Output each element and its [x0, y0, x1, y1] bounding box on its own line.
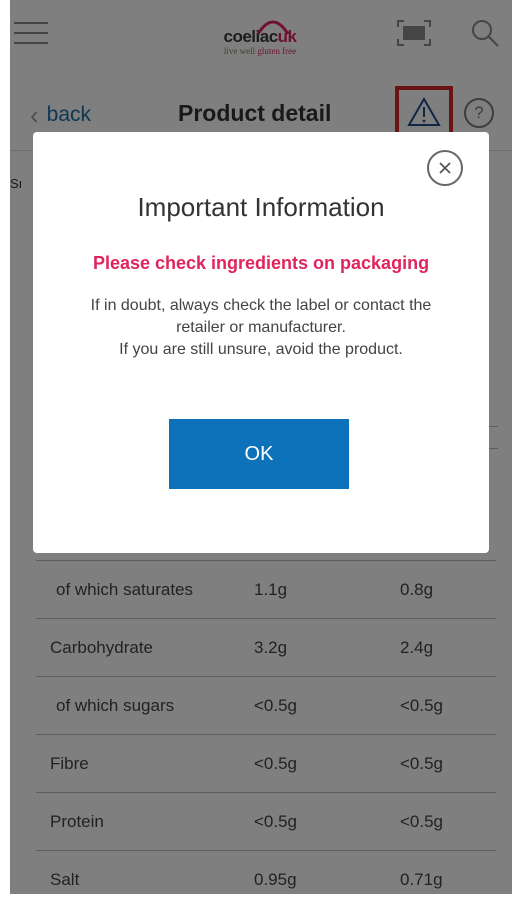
dialog-title: Important Information [137, 192, 385, 222]
close-icon [439, 162, 451, 174]
dialog-body-line: If in doubt, always check the label or c… [90, 297, 432, 314]
dialog-body-line: If you are still unsure, avoid the produ… [119, 341, 403, 358]
dialog-subtitle: Please check ingredients on packaging [92, 253, 430, 273]
important-info-dialog: Important Information Please check ingre… [33, 132, 489, 553]
close-button[interactable] [427, 150, 463, 186]
dialog-body-line: retailer or manufacturer. [176, 319, 346, 336]
dialog-body: If in doubt, always check the label or c… [51, 295, 471, 361]
ok-button[interactable]: OK [169, 419, 349, 489]
